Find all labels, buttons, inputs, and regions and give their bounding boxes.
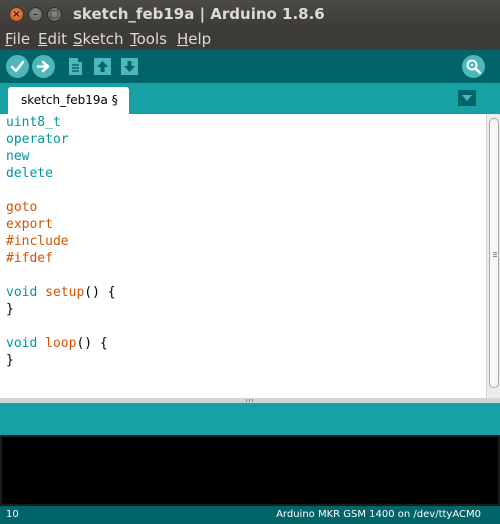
upload-icon <box>36 60 50 73</box>
tab-menu-button[interactable] <box>458 90 476 106</box>
code-text[interactable]: uint8_t operator new delete goto export … <box>6 114 116 369</box>
code-line: new <box>6 149 30 164</box>
tab-label: sketch_feb19a § <box>21 93 118 107</box>
code-punct: () { <box>84 285 116 300</box>
toolbar <box>0 50 500 83</box>
grip-line <box>493 254 497 255</box>
tab-sketch[interactable]: sketch_feb19a § <box>8 87 129 114</box>
maximize-window-button[interactable]: □ <box>47 7 62 22</box>
title-bar: × – □ sketch_feb19a | Arduino 1.8.6 <box>0 0 500 29</box>
code-line: #ifdef <box>6 251 53 266</box>
scrollbar-thumb[interactable] <box>489 118 499 388</box>
editor-scrollbar[interactable] <box>486 114 500 398</box>
verify-button[interactable] <box>6 55 29 78</box>
verify-icon <box>10 60 25 73</box>
line-number: 10 <box>6 509 19 520</box>
keyword-void: void <box>6 285 38 300</box>
close-icon: × <box>12 9 21 20</box>
menu-help[interactable]: Help <box>177 29 211 50</box>
function-loop: loop <box>45 336 77 351</box>
code-punct: () { <box>76 336 108 351</box>
minimize-window-button[interactable]: – <box>28 7 43 22</box>
code-line: #include <box>6 234 69 249</box>
divider-grip <box>246 399 254 402</box>
code-line: void setup() { <box>6 284 116 301</box>
code-editor[interactable]: uint8_t operator new delete goto export … <box>0 114 500 398</box>
console-output[interactable] <box>0 435 500 506</box>
function-setup: setup <box>45 285 85 300</box>
window-title: sketch_feb19a | Arduino 1.8.6 <box>73 5 325 23</box>
keyword-void: void <box>6 336 38 351</box>
new-icon <box>69 58 82 75</box>
minimize-icon: – <box>33 9 38 20</box>
menu-bar: File Edit Sketch Tools Help <box>0 29 500 50</box>
maximize-icon: □ <box>49 9 60 20</box>
code-line: } <box>6 302 14 317</box>
board-port-label: Arduino MKR GSM 1400 on /dev/ttyACM0 <box>276 509 481 520</box>
save-icon <box>121 58 138 75</box>
menu-file[interactable]: File <box>5 29 30 50</box>
menu-tools[interactable]: Tools <box>130 29 167 50</box>
serial-monitor-icon <box>466 59 482 75</box>
code-line: goto <box>6 200 38 215</box>
open-icon <box>94 58 111 75</box>
code-line: operator <box>6 132 69 147</box>
close-window-button[interactable]: × <box>9 7 24 22</box>
code-line: delete <box>6 166 53 181</box>
save-button[interactable] <box>118 55 141 78</box>
code-line: void loop() { <box>6 335 116 352</box>
code-line: export <box>6 217 53 232</box>
tab-bar: sketch_feb19a § <box>0 83 500 114</box>
menu-sketch[interactable]: Sketch <box>73 29 124 50</box>
code-line: } <box>6 353 14 368</box>
new-button[interactable] <box>64 55 87 78</box>
grip-line <box>493 256 497 257</box>
code-line: uint8_t <box>6 115 61 130</box>
serial-monitor-button[interactable] <box>462 55 485 78</box>
upload-button[interactable] <box>32 55 55 78</box>
status-bar: 10 Arduino MKR GSM 1400 on /dev/ttyACM0 <box>0 506 500 524</box>
menu-edit[interactable]: Edit <box>38 29 67 50</box>
open-button[interactable] <box>91 55 114 78</box>
grip-line <box>493 252 497 253</box>
message-area <box>0 403 500 435</box>
